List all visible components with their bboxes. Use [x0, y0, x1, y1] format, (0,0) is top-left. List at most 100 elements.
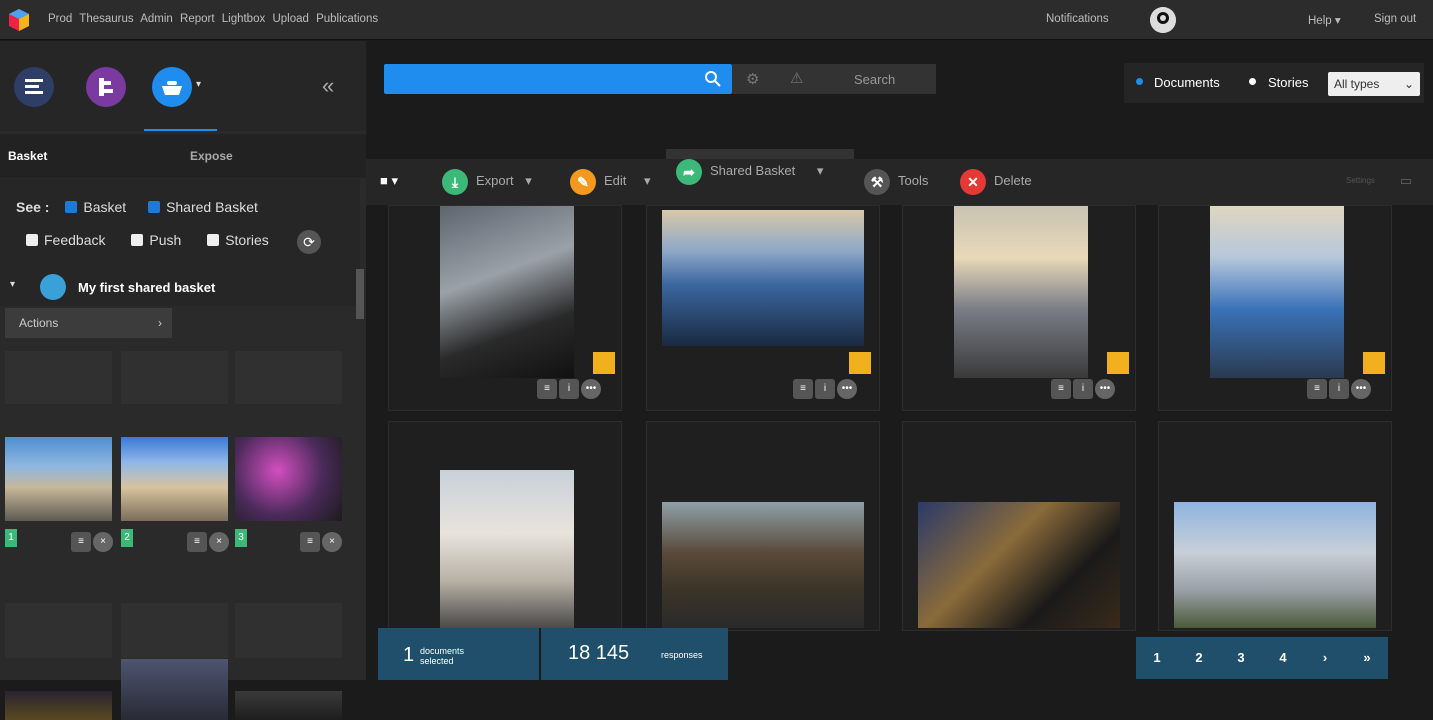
result-thumbnail[interactable] [440, 470, 574, 628]
result-thumbnail[interactable] [1210, 206, 1344, 378]
search-button[interactable]: Search [854, 72, 895, 87]
settings-link[interactable]: Settings [1346, 159, 1375, 205]
page-4[interactable]: 4 [1262, 637, 1304, 679]
list-icon[interactable]: ≡ [187, 532, 207, 552]
result-card[interactable] [646, 421, 880, 631]
remove-icon[interactable]: × [93, 532, 113, 552]
shared-basket-header[interactable]: ▾ My first shared basket [0, 270, 360, 306]
basket-item-empty[interactable] [5, 351, 112, 404]
select-all-checkbox[interactable]: ■ ▾ [380, 159, 398, 205]
result-card[interactable]: ≡ i ••• [646, 205, 880, 411]
basket-caret-icon[interactable]: ▾ [196, 79, 201, 90]
feedback-checkbox[interactable] [26, 234, 38, 246]
basket-item-empty[interactable] [235, 351, 342, 404]
basket-thumbnail[interactable] [5, 691, 112, 720]
basket-thumbnail[interactable] [121, 437, 228, 521]
result-thumbnail[interactable] [954, 206, 1088, 378]
more-icon[interactable]: ••• [837, 379, 857, 399]
list-icon[interactable]: ≡ [1307, 379, 1327, 399]
list-icon[interactable]: ≡ [793, 379, 813, 399]
info-icon[interactable]: i [1329, 379, 1349, 399]
search-icon[interactable] [704, 70, 722, 88]
stories-checkbox[interactable] [207, 234, 220, 246]
notifications-link[interactable]: Notifications [1046, 13, 1109, 25]
search-input[interactable] [384, 64, 732, 94]
next-page-icon[interactable]: › [1304, 637, 1346, 679]
signout-link[interactable]: Sign out [1374, 13, 1416, 25]
result-thumbnail[interactable] [662, 210, 864, 346]
page-2[interactable]: 2 [1178, 637, 1220, 679]
basket-thumbnail[interactable] [235, 691, 342, 720]
filter-icon[interactable]: ⚠ [790, 69, 803, 87]
list-icon[interactable]: ≡ [300, 532, 320, 552]
basket-item-empty[interactable] [5, 603, 112, 658]
result-card[interactable]: ≡ i ••• [902, 205, 1136, 411]
thesaurus-icon[interactable] [86, 67, 126, 107]
result-card[interactable] [902, 421, 1136, 631]
result-thumbnail[interactable] [662, 502, 864, 628]
page-3[interactable]: 3 [1220, 637, 1262, 679]
info-icon[interactable]: i [1073, 379, 1093, 399]
shared-basket-button[interactable]: ➦ Shared Basket ▾ [676, 149, 823, 195]
basket-item-empty[interactable] [235, 603, 342, 658]
stories-radio[interactable] [1249, 78, 1256, 85]
nav-lightbox[interactable]: Lightbox [222, 13, 265, 25]
monitor-icon[interactable]: ▭ [1400, 159, 1412, 205]
tab-basket[interactable]: Basket [8, 134, 47, 178]
page-1[interactable]: 1 [1136, 637, 1178, 679]
info-icon[interactable]: i [559, 379, 579, 399]
nav-admin[interactable]: Admin [140, 13, 173, 25]
actions-label: Actions [19, 316, 59, 330]
result-thumbnail[interactable] [440, 206, 574, 378]
list-icon[interactable]: ≡ [1051, 379, 1071, 399]
basket-thumbnail[interactable] [235, 437, 342, 521]
refresh-icon[interactable]: ⟳ [297, 230, 321, 254]
expand-caret-icon[interactable]: ▾ [10, 279, 15, 290]
basket-checkbox[interactable] [65, 201, 78, 213]
basket-icon[interactable] [152, 67, 192, 107]
nav-publications[interactable]: Publications [316, 13, 378, 25]
gear-icon[interactable]: ⚙ [746, 70, 759, 88]
more-icon[interactable]: ••• [581, 379, 601, 399]
last-page-icon[interactable]: » [1346, 637, 1388, 679]
workzone-icon[interactable] [14, 67, 54, 107]
type-filters: Documents Stories All types ⌄ [1124, 63, 1424, 103]
push-checkbox[interactable] [131, 234, 144, 246]
export-button[interactable]: ⤓ Export ▾ [442, 159, 532, 205]
result-thumbnail[interactable] [1174, 502, 1376, 628]
basket-thumbnail[interactable] [5, 437, 112, 521]
more-icon[interactable]: ••• [1351, 379, 1371, 399]
shared-basket-checkbox[interactable] [148, 201, 161, 213]
result-thumbnail[interactable] [918, 502, 1120, 628]
sidebar-scrollbar[interactable] [356, 269, 364, 319]
type-select[interactable]: All types ⌄ [1328, 72, 1420, 96]
list-icon[interactable]: ≡ [71, 532, 91, 552]
nav-upload[interactable]: Upload [272, 13, 308, 25]
collapse-icon[interactable]: « [322, 73, 334, 99]
edit-button[interactable]: ✎ Edit ▾ [570, 159, 651, 205]
app-logo-icon[interactable] [8, 8, 30, 32]
remove-icon[interactable]: × [322, 532, 342, 552]
result-card[interactable]: ≡ i ••• [388, 205, 622, 411]
remove-icon[interactable]: × [209, 532, 229, 552]
basket-item-empty[interactable] [121, 603, 228, 658]
nav-thesaurus[interactable]: Thesaurus [79, 13, 133, 25]
result-card[interactable] [388, 421, 622, 631]
edit-label: Edit [604, 173, 627, 188]
tools-button[interactable]: ⚒ Tools [864, 159, 928, 205]
delete-button[interactable]: ✕ Delete [960, 159, 1032, 205]
basket-thumbnail[interactable] [121, 659, 228, 720]
nav-report[interactable]: Report [180, 13, 215, 25]
help-menu[interactable]: Help ▾ [1308, 13, 1341, 27]
avatar[interactable] [1150, 7, 1176, 33]
nav-prod[interactable]: Prod [48, 13, 72, 25]
documents-radio[interactable] [1136, 78, 1143, 85]
list-icon[interactable]: ≡ [537, 379, 557, 399]
info-icon[interactable]: i [815, 379, 835, 399]
result-card[interactable]: ≡ i ••• [1158, 205, 1392, 411]
more-icon[interactable]: ••• [1095, 379, 1115, 399]
result-card[interactable] [1158, 421, 1392, 631]
tab-expose[interactable]: Expose [190, 134, 233, 178]
actions-button[interactable]: Actions › [5, 308, 172, 338]
basket-item-empty[interactable] [121, 351, 228, 404]
